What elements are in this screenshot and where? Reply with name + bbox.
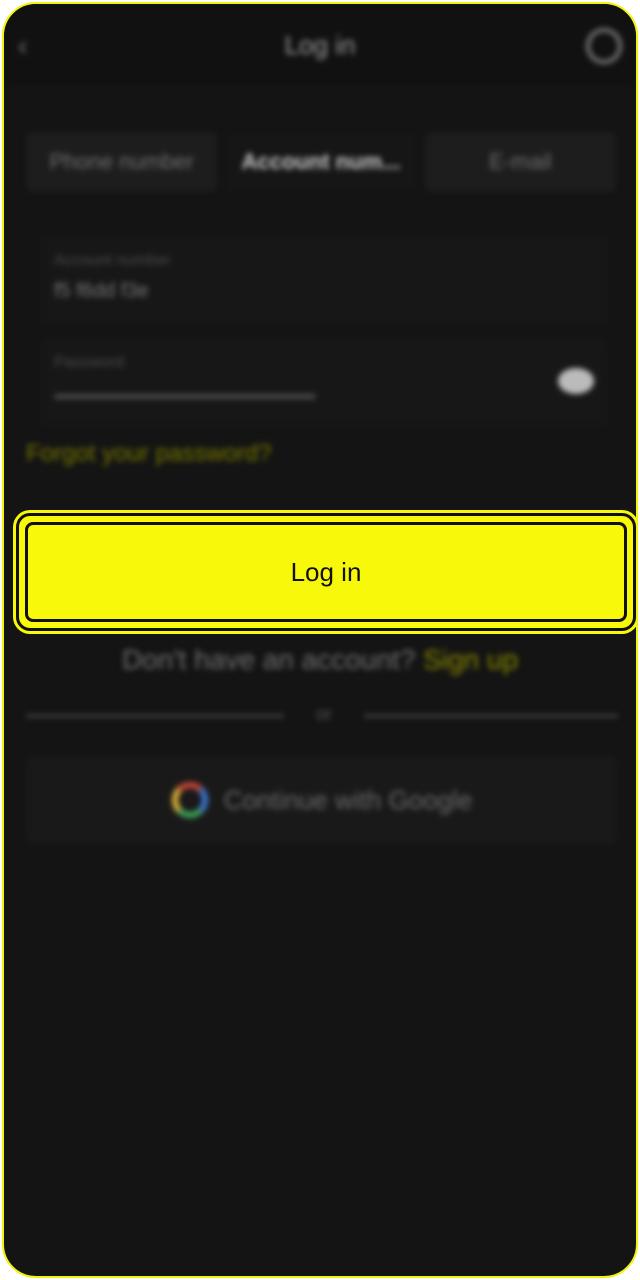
login-button[interactable]: Log in <box>16 513 636 631</box>
page-title: Log in <box>284 30 356 60</box>
google-icon <box>171 782 208 818</box>
blurred-background: ‹ Log in Phone number Account num... E-m… <box>4 4 636 1276</box>
phone-frame: ‹ Log in Phone number Account num... E-m… <box>2 2 638 1278</box>
account-number-label: Account number <box>54 252 171 269</box>
forgot-password-link[interactable]: Forgot your password? <box>26 440 271 468</box>
password-masked-value <box>54 394 316 399</box>
top-bar: ‹ Log in <box>4 4 636 84</box>
divider-left <box>26 714 284 718</box>
divider-or: or <box>315 704 332 724</box>
password-field[interactable]: Password <box>40 338 608 426</box>
signup-text: Don't have an account? <box>121 644 416 675</box>
password-label: Password <box>54 354 125 371</box>
divider-right <box>364 714 618 718</box>
login-button-label: Log in <box>290 556 362 587</box>
continue-with-google-button[interactable]: Continue with Google <box>26 756 618 844</box>
support-icon[interactable] <box>586 28 622 64</box>
signup-link[interactable]: Sign up <box>423 644 518 675</box>
login-method-tabs: Phone number Account num... E-mail <box>26 132 616 192</box>
tab-email[interactable]: E-mail <box>424 132 616 192</box>
signup-prompt: Don't have an account? Sign up <box>4 644 636 676</box>
account-number-field[interactable]: Account number f5 f6dd f3e <box>40 236 608 324</box>
tab-account-number[interactable]: Account num... <box>225 132 417 192</box>
eye-icon[interactable] <box>558 368 594 394</box>
account-number-value: f5 f6dd f3e <box>54 280 149 302</box>
tab-phone-number[interactable]: Phone number <box>26 132 218 192</box>
google-button-label: Continue with Google <box>223 784 473 815</box>
